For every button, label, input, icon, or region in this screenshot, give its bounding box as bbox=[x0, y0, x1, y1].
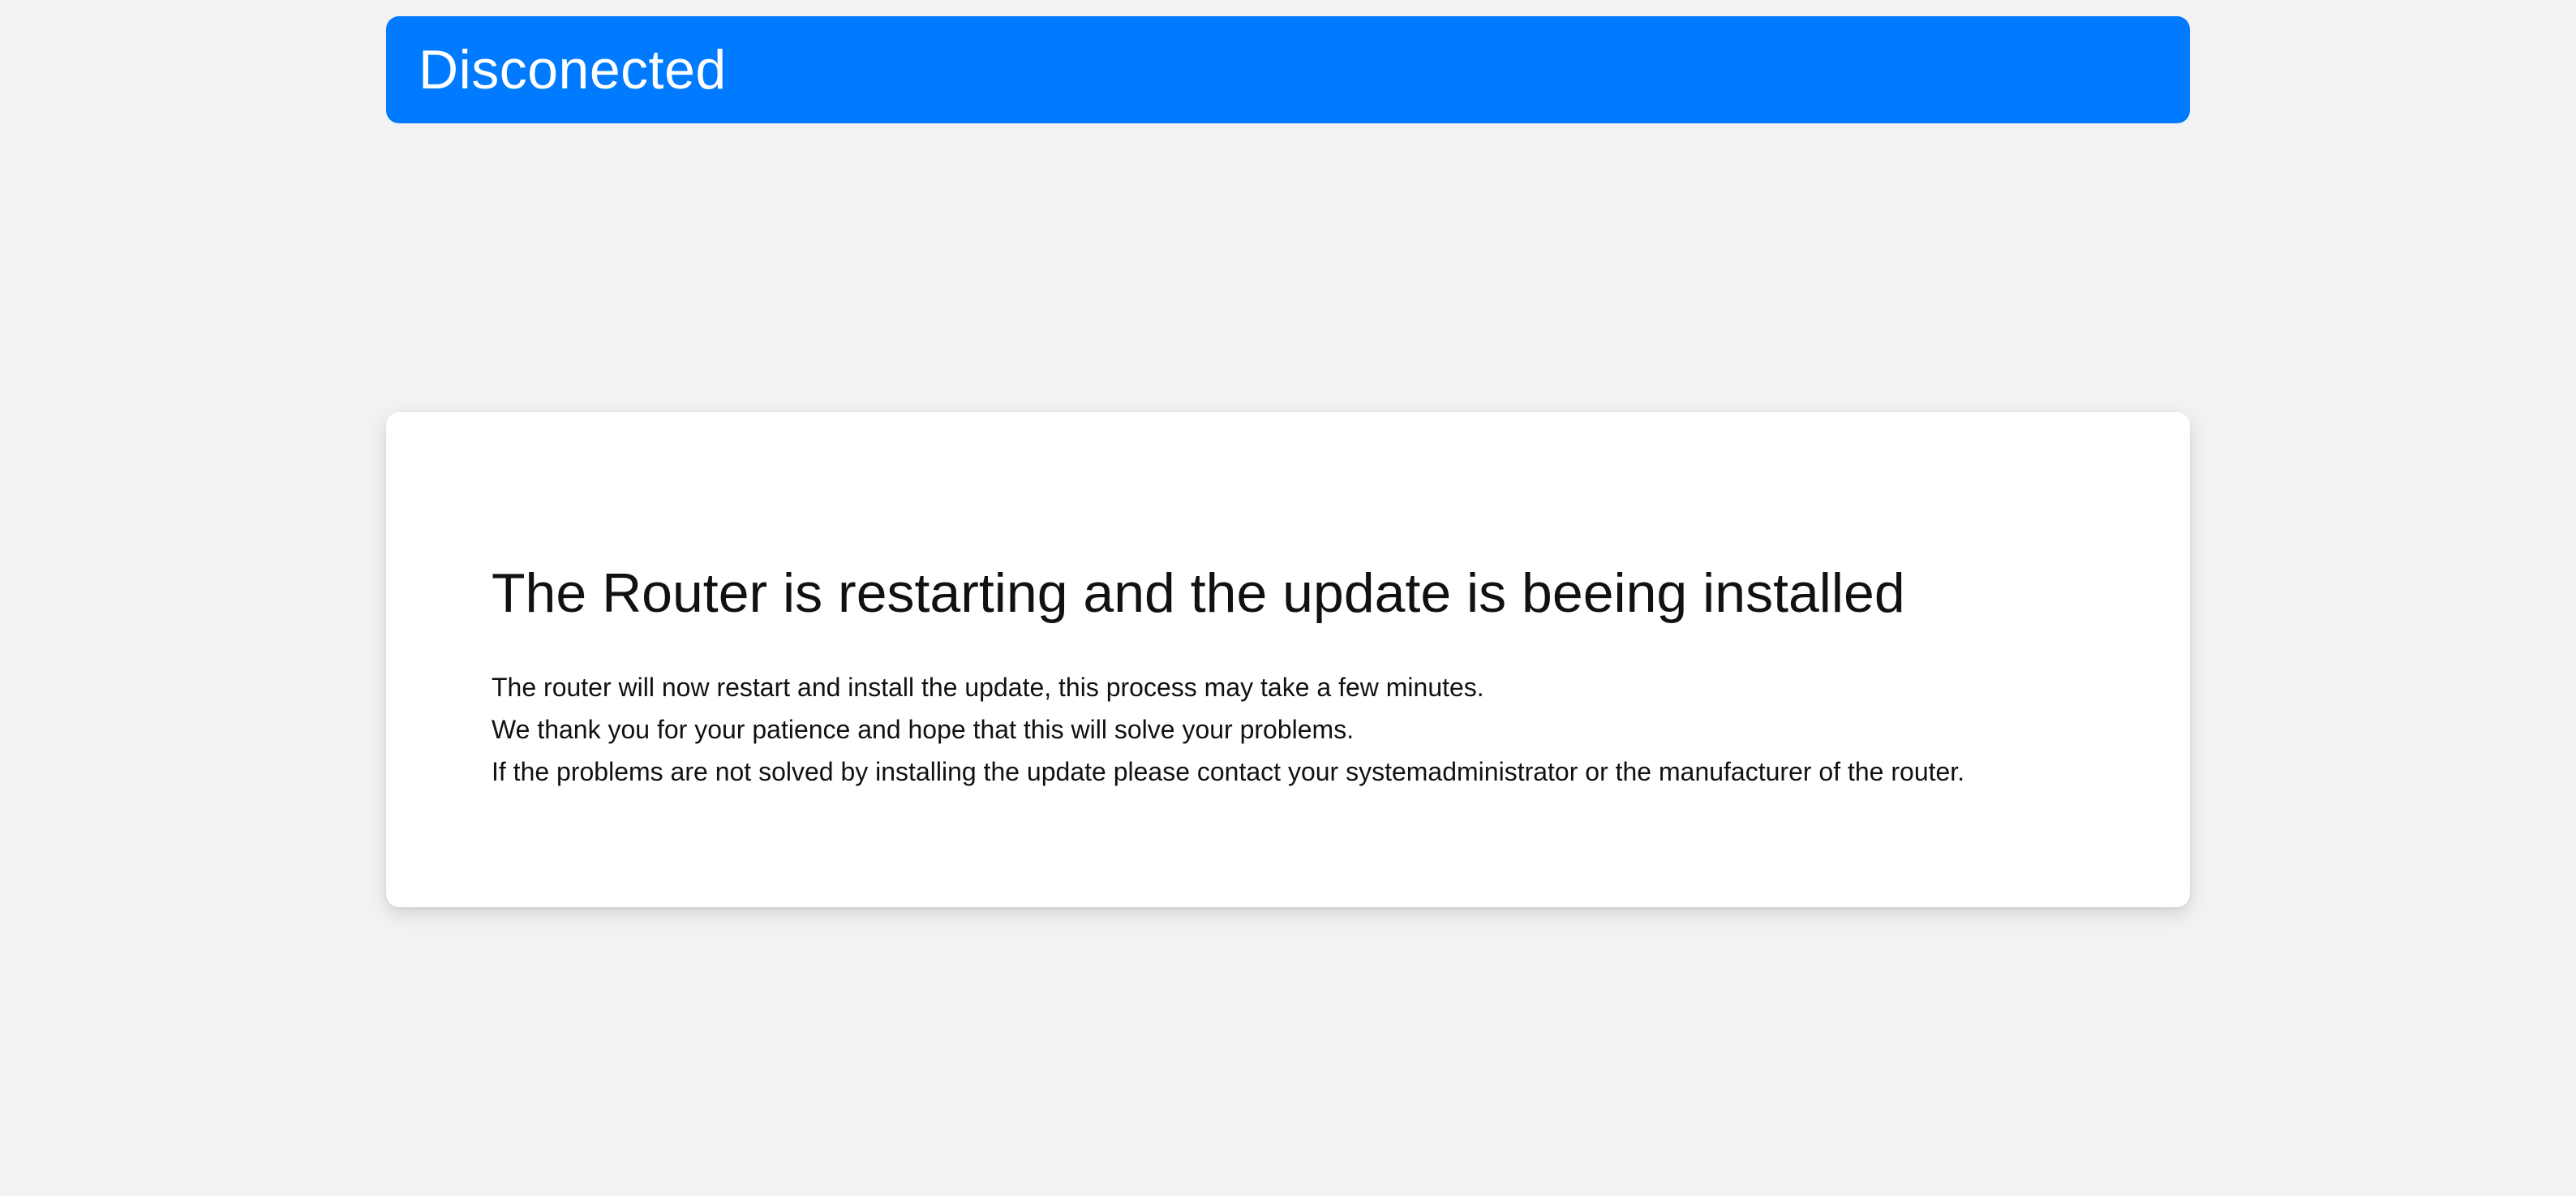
connection-status-text: Disconected bbox=[419, 39, 727, 101]
update-message-card: The Router is restarting and the update … bbox=[386, 412, 2190, 907]
update-message-line: We thank you for your patience and hope … bbox=[492, 714, 1355, 744]
update-message-title: The Router is restarting and the update … bbox=[492, 562, 1905, 624]
update-message-line: If the problems are not solved by instal… bbox=[492, 756, 1965, 786]
page: Disconected The Router is restarting and… bbox=[0, 0, 2576, 1196]
connection-status-banner: Disconected bbox=[386, 16, 2190, 123]
update-message-line: The router will now restart and install … bbox=[492, 672, 1484, 702]
update-message-body: The router will now restart and install … bbox=[492, 666, 2190, 793]
